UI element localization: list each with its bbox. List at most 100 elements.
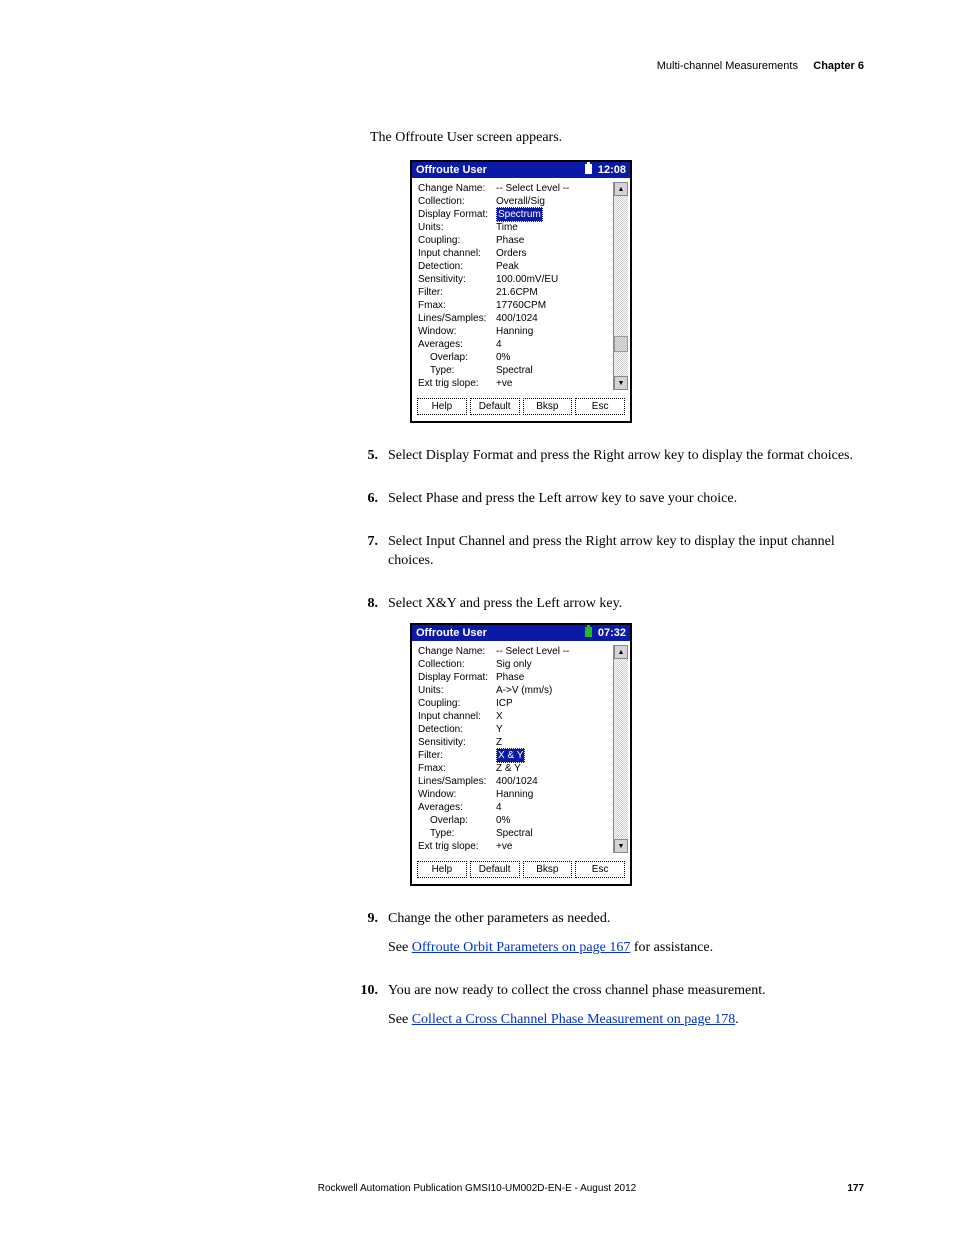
- opt-phase[interactable]: Phase: [496, 234, 613, 247]
- publication-info: Rockwell Automation Publication GMSI10-U…: [0, 1183, 954, 1194]
- lbl-window: Window:: [418, 325, 496, 338]
- lbl-lines-samples: Lines/Samples:: [418, 775, 496, 788]
- field-labels: Change Name: Collection: Display Format:…: [418, 182, 496, 390]
- lbl-sensitivity: Sensitivity:: [418, 273, 496, 286]
- lbl-averages: Averages:: [418, 338, 496, 351]
- scroll-down-icon[interactable]: ▼: [614, 376, 628, 390]
- lbl-coupling: Coupling:: [418, 697, 496, 710]
- scroll-down-icon[interactable]: ▼: [614, 839, 628, 853]
- lbl-display-format: Display Format:: [418, 208, 496, 221]
- val-change-name[interactable]: -- Select Level --: [496, 645, 613, 658]
- scrollbar[interactable]: ▲ ▼: [613, 182, 628, 390]
- lbl-units: Units:: [418, 221, 496, 234]
- val-window[interactable]: Hanning: [496, 788, 613, 801]
- lbl-fmax: Fmax:: [418, 299, 496, 312]
- val-lines-samples[interactable]: 400/1024: [496, 775, 613, 788]
- help-button[interactable]: Help: [417, 861, 467, 878]
- bksp-button[interactable]: Bksp: [523, 398, 573, 415]
- lbl-lines-samples: Lines/Samples:: [418, 312, 496, 325]
- val-overlap[interactable]: 0%: [496, 814, 613, 827]
- lbl-input-channel: Input channel:: [418, 710, 496, 723]
- lbl-sensitivity: Sensitivity:: [418, 736, 496, 749]
- bksp-button[interactable]: Bksp: [523, 861, 573, 878]
- val-type[interactable]: Spectral: [496, 364, 613, 377]
- lbl-ext-trig: Ext trig slope:: [418, 840, 496, 853]
- link-offroute-orbit-params[interactable]: Offroute Orbit Parameters on page 167: [412, 940, 631, 955]
- step-9: Change the other parameters as needed.: [388, 910, 870, 929]
- scroll-up-icon[interactable]: ▲: [614, 645, 628, 659]
- field-values: -- Select Level -- Sig only Phase A->V (…: [496, 645, 613, 853]
- val-change-name[interactable]: -- Select Level --: [496, 182, 613, 195]
- val-sensitivity[interactable]: 100.00mV/EU: [496, 273, 613, 286]
- opt-orders[interactable]: Orders: [496, 247, 613, 260]
- lbl-ext-trig: Ext trig slope:: [418, 377, 496, 390]
- offroute-screenshot-1: Offroute User 12:08 Change Name: Collect…: [410, 160, 632, 423]
- lbl-collection: Collection:: [418, 658, 496, 671]
- step-10-sub: See Collect a Cross Channel Phase Measur…: [388, 1011, 870, 1030]
- val-detection[interactable]: Peak: [496, 260, 613, 273]
- offroute-screenshot-2: Offroute User 07:32 Change Name: Collect…: [410, 623, 632, 886]
- val-fmax[interactable]: 17760CPM: [496, 299, 613, 312]
- clock: 12:08: [598, 164, 626, 176]
- help-button[interactable]: Help: [417, 398, 467, 415]
- lbl-averages: Averages:: [418, 801, 496, 814]
- step-6: Select Phase and press the Left arrow ke…: [388, 490, 870, 509]
- lbl-display-format: Display Format:: [418, 671, 496, 684]
- val-display-format[interactable]: Phase: [496, 671, 613, 684]
- lbl-filter: Filter:: [418, 286, 496, 299]
- val-display-format-selected[interactable]: Spectrum: [496, 207, 543, 222]
- lbl-type: Type:: [418, 364, 496, 377]
- val-units[interactable]: A->V (mm/s): [496, 684, 613, 697]
- lbl-coupling: Coupling:: [418, 234, 496, 247]
- val-ext-trig[interactable]: +ve: [496, 377, 613, 390]
- esc-button[interactable]: Esc: [575, 398, 625, 415]
- val-ext-trig[interactable]: +ve: [496, 840, 613, 853]
- scroll-thumb[interactable]: [614, 336, 628, 352]
- step-number: 6.: [358, 490, 378, 509]
- step-5: Select Display Format and press the Righ…: [388, 447, 870, 466]
- intro-text: The Offroute User screen appears.: [370, 130, 870, 146]
- val-filter[interactable]: 21.6CPM: [496, 286, 613, 299]
- battery-icon: [585, 164, 592, 174]
- lbl-input-channel: Input channel:: [418, 247, 496, 260]
- titlebar: Offroute User 12:08: [412, 162, 630, 178]
- step-8: Select X&Y and press the Left arrow key.: [388, 595, 870, 614]
- titlebar: Offroute User 07:32: [412, 625, 630, 641]
- window-title: Offroute User: [416, 164, 487, 176]
- step-9-sub: See Offroute Orbit Parameters on page 16…: [388, 939, 870, 958]
- val-overlap[interactable]: 0%: [496, 351, 613, 364]
- link-collect-cross-channel[interactable]: Collect a Cross Channel Phase Measuremen…: [412, 1012, 735, 1027]
- opt-y[interactable]: Y: [496, 723, 613, 736]
- val-averages[interactable]: 4: [496, 801, 613, 814]
- default-button[interactable]: Default: [470, 398, 520, 415]
- text: .: [735, 1012, 739, 1027]
- lbl-detection: Detection:: [418, 260, 496, 273]
- val-coupling[interactable]: ICP: [496, 697, 613, 710]
- step-number: 10.: [358, 982, 378, 1030]
- lbl-window: Window:: [418, 788, 496, 801]
- scroll-up-icon[interactable]: ▲: [614, 182, 628, 196]
- lbl-change-name: Change Name:: [418, 645, 496, 658]
- opt-time[interactable]: Time: [496, 221, 613, 234]
- opt-z-and-y[interactable]: Z & Y: [496, 762, 613, 775]
- val-lines-samples[interactable]: 400/1024: [496, 312, 613, 325]
- esc-button[interactable]: Esc: [575, 861, 625, 878]
- scrollbar[interactable]: ▲ ▼: [613, 645, 628, 853]
- page-number: 177: [847, 1183, 864, 1194]
- opt-x[interactable]: X: [496, 710, 613, 723]
- lbl-type: Type:: [418, 827, 496, 840]
- lbl-detection: Detection:: [418, 723, 496, 736]
- lbl-overlap: Overlap:: [418, 351, 496, 364]
- text: See: [388, 940, 412, 955]
- step-number: 7.: [358, 533, 378, 571]
- val-averages[interactable]: 4: [496, 338, 613, 351]
- val-window[interactable]: Hanning: [496, 325, 613, 338]
- val-type[interactable]: Spectral: [496, 827, 613, 840]
- val-input-selected[interactable]: X & Y: [496, 748, 525, 763]
- step-number: 9.: [358, 910, 378, 958]
- val-collection[interactable]: Sig only: [496, 658, 613, 671]
- section-title: Multi-channel Measurements: [657, 60, 798, 72]
- default-button[interactable]: Default: [470, 861, 520, 878]
- step-7: Select Input Channel and press the Right…: [388, 533, 870, 571]
- window-title: Offroute User: [416, 627, 487, 639]
